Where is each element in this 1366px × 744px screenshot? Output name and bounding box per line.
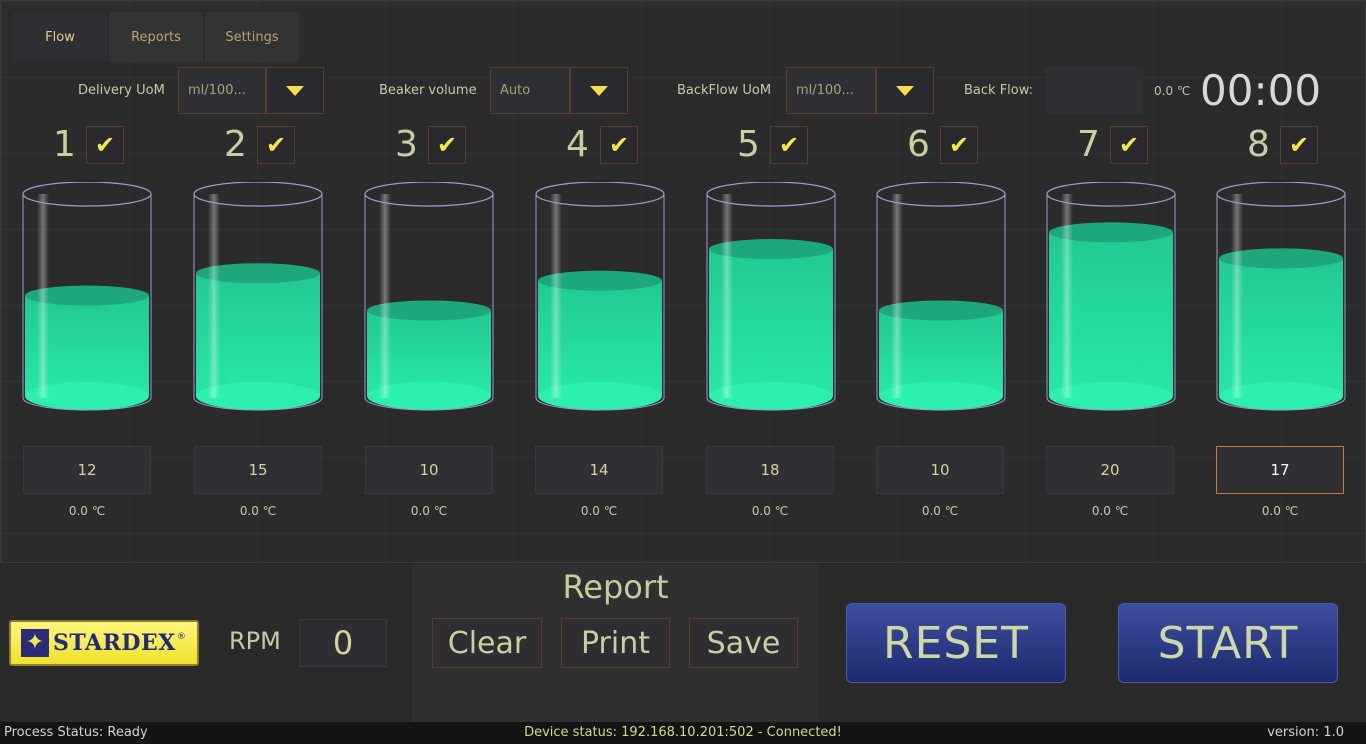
back-flow-label: Back Flow:	[964, 83, 1034, 98]
checkmark-icon: ✔	[436, 131, 458, 159]
tab-flow[interactable]: Flow	[13, 12, 107, 62]
delivery-uom-label: Delivery UoM	[78, 83, 165, 98]
checkmark-icon: ✔	[1288, 131, 1310, 159]
backflow-uom-select[interactable]: ml/100...	[786, 67, 876, 114]
glass-glare	[208, 194, 220, 398]
beaker-volume-select[interactable]: Auto	[490, 67, 570, 114]
backflow-uom-value: ml/100...	[796, 83, 854, 98]
beaker-value-input[interactable]: 10	[365, 446, 493, 494]
beaker-temperature: 0.0 ℃	[580, 504, 618, 518]
save-button[interactable]: Save	[689, 618, 798, 668]
checkmark-icon: ✔	[608, 131, 630, 159]
glass-glare	[550, 194, 562, 398]
rpm-value: 0	[299, 619, 387, 667]
glass-glare	[379, 194, 391, 398]
beaker-temperature: 0.0 ℃	[68, 504, 106, 518]
beaker-volume-label: Beaker volume	[379, 83, 477, 98]
chevron-down-icon	[896, 85, 914, 96]
glass-glare	[1061, 194, 1073, 398]
beaker-volume-dropdown-button[interactable]	[570, 67, 628, 114]
beaker-number: 5	[737, 124, 760, 165]
status-bar: Process Status: Ready Device status: 192…	[0, 722, 1366, 744]
delivery-uom-dropdown-button[interactable]	[266, 67, 324, 114]
beaker	[21, 181, 153, 414]
print-button[interactable]: Print	[561, 618, 670, 668]
checkmark-icon: ✔	[948, 131, 970, 159]
checkmark-icon: ✔	[778, 131, 800, 159]
delivery-uom-value: ml/100...	[188, 83, 246, 98]
beaker	[875, 181, 1007, 414]
version-label: version: 1.0	[1267, 725, 1344, 740]
beaker-checkbox[interactable]: ✔	[428, 126, 466, 164]
flow-app: Flow Reports Settings Delivery UoM ml/10…	[0, 0, 1366, 744]
beaker-volume-value: Auto	[500, 83, 531, 98]
tab-settings[interactable]: Settings	[205, 12, 299, 62]
star-icon: ✦	[21, 629, 49, 657]
chevron-down-icon	[590, 85, 608, 96]
beaker	[534, 181, 666, 414]
beaker	[1045, 181, 1177, 414]
beaker-checkbox[interactable]: ✔	[1110, 126, 1148, 164]
checkmark-icon: ✔	[1118, 131, 1140, 159]
beaker-value-input[interactable]: 10	[876, 446, 1004, 494]
report-title: Report	[562, 568, 669, 606]
beaker-checkbox[interactable]: ✔	[257, 126, 295, 164]
beaker-temperature: 0.0 ℃	[1091, 504, 1129, 518]
beaker-checkbox[interactable]: ✔	[1280, 126, 1318, 164]
beaker-number: 3	[395, 124, 418, 165]
glass-glare	[37, 194, 49, 398]
reset-button[interactable]: RESET	[846, 603, 1066, 683]
beaker-temperature: 0.0 ℃	[1261, 504, 1299, 518]
clear-button[interactable]: Clear	[432, 618, 542, 668]
beaker-number: 2	[224, 124, 247, 165]
beaker-value-input[interactable]: 14	[535, 446, 663, 494]
beaker-value-input[interactable]: 20	[1046, 446, 1174, 494]
beaker-number: 6	[907, 124, 930, 165]
beaker-number: 4	[566, 124, 589, 165]
chevron-down-icon	[286, 85, 304, 96]
beaker-checkbox[interactable]: ✔	[600, 126, 638, 164]
beaker-value-input[interactable]: 17	[1216, 446, 1344, 494]
beaker-checkbox[interactable]: ✔	[770, 126, 808, 164]
glass-glare	[1231, 194, 1243, 398]
tab-reports[interactable]: Reports	[109, 12, 203, 62]
registered-mark: ®	[176, 632, 186, 642]
delivery-uom-select[interactable]: ml/100...	[178, 67, 266, 114]
logo-text: STARDEX	[53, 630, 176, 656]
checkmark-icon: ✔	[94, 131, 116, 159]
beaker-number: 8	[1247, 124, 1270, 165]
beaker-number: 7	[1077, 124, 1100, 165]
glass-glare	[721, 194, 733, 398]
back-flow-temperature: 0.0 ℃	[1154, 84, 1191, 98]
backflow-uom-label: BackFlow UoM	[677, 83, 772, 98]
beaker-value-input[interactable]: 12	[23, 446, 151, 494]
beaker	[363, 181, 495, 414]
rpm-label: RPM	[229, 627, 281, 655]
beaker-value-input[interactable]: 18	[706, 446, 834, 494]
beaker	[705, 181, 837, 414]
beaker-checkbox[interactable]: ✔	[940, 126, 978, 164]
beaker-checkbox[interactable]: ✔	[86, 126, 124, 164]
glass-glare	[891, 194, 903, 398]
beaker-temperature: 0.0 ℃	[239, 504, 277, 518]
back-flow-value	[1045, 67, 1143, 114]
start-button[interactable]: START	[1118, 603, 1338, 683]
timer-display: 00:00	[1200, 66, 1322, 115]
beaker	[1215, 181, 1347, 414]
beaker-temperature: 0.0 ℃	[751, 504, 789, 518]
checkmark-icon: ✔	[265, 131, 287, 159]
beaker-number: 1	[53, 124, 76, 165]
beaker	[192, 181, 324, 414]
beaker-temperature: 0.0 ℃	[410, 504, 448, 518]
beaker-value-input[interactable]: 15	[194, 446, 322, 494]
device-status: Device status: 192.168.10.201:502 - Conn…	[524, 725, 842, 740]
stardex-logo: ✦ STARDEX ®	[9, 620, 199, 666]
backflow-uom-dropdown-button[interactable]	[876, 67, 934, 114]
beaker-temperature: 0.0 ℃	[921, 504, 959, 518]
